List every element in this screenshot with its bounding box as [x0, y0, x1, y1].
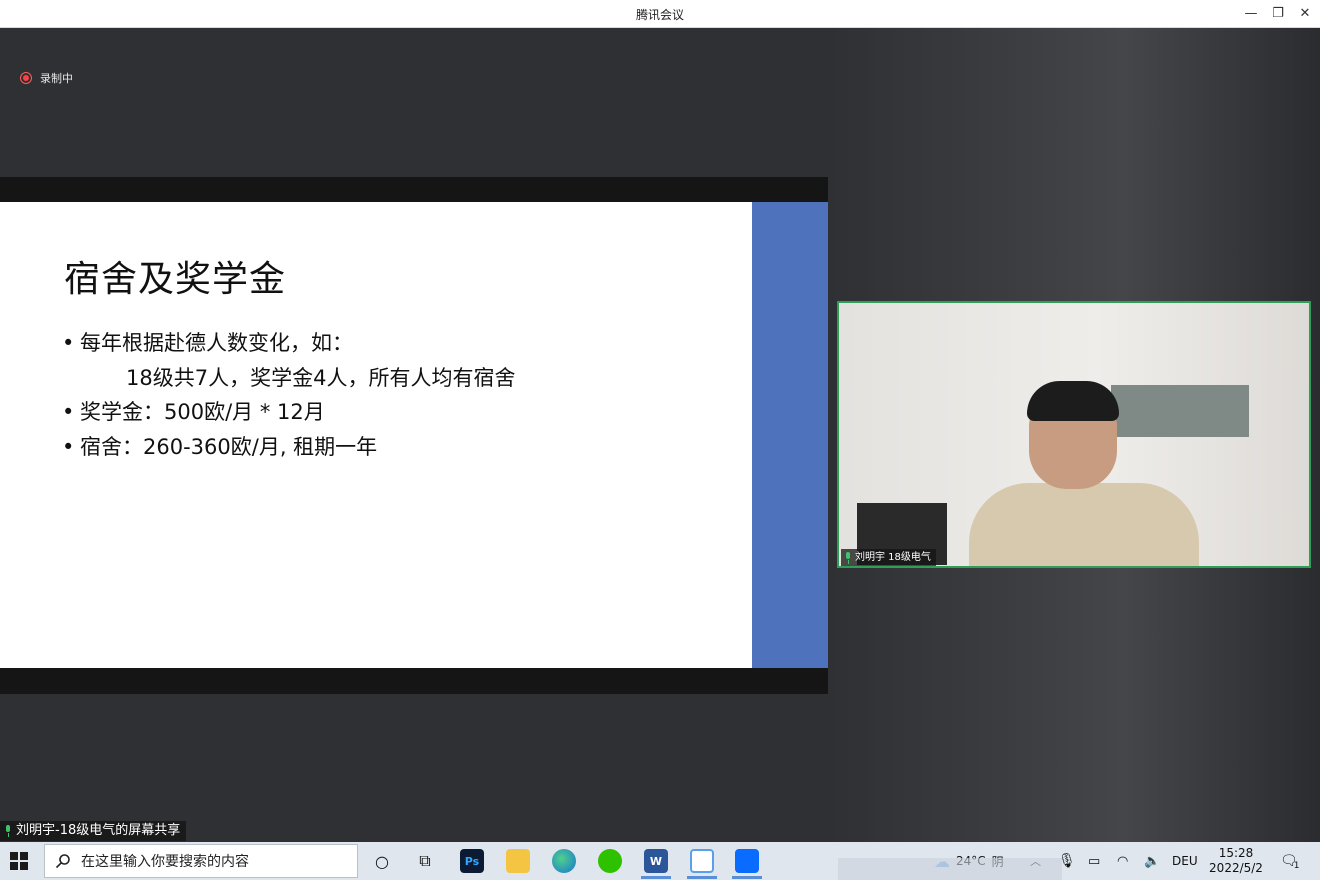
- wechat-icon[interactable]: [598, 849, 622, 873]
- record-icon: [20, 72, 32, 84]
- taskbar-search-box[interactable]: 在这里输入你要搜索的内容: [44, 844, 358, 878]
- clock-time: 15:28: [1218, 846, 1254, 860]
- restore-button[interactable]: ❐: [1269, 5, 1287, 23]
- file-explorer-icon[interactable]: [506, 849, 530, 873]
- minimize-button[interactable]: —: [1242, 5, 1260, 23]
- search-placeholder: 在这里输入你要搜索的内容: [81, 854, 249, 870]
- microphone-icon: [844, 551, 852, 564]
- video-wall-panel: [1111, 385, 1249, 437]
- video-person-hair: [1027, 381, 1119, 421]
- wifi-icon[interactable]: ◠: [1117, 842, 1128, 880]
- start-button[interactable]: [10, 852, 28, 870]
- bullet-item: • 每年根据赴德人数变化，如：: [62, 331, 353, 355]
- battery-icon[interactable]: ▭: [1088, 842, 1100, 880]
- bullet-subitem: 18级共7人，奖学金4人，所有人均有宿舍: [126, 365, 516, 390]
- volume-icon[interactable]: 🔈: [1144, 842, 1160, 880]
- active-app-indicator: [687, 876, 717, 879]
- slide-bullets: • 每年根据赴德人数变化，如： 18级共7人，奖学金4人，所有人均有宿舍 • 奖学金…: [62, 326, 515, 464]
- edge-icon[interactable]: [552, 849, 576, 873]
- search-icon: [55, 854, 70, 869]
- bullet-item: • 宿舍：260-360欧/月, 租期一年: [62, 434, 378, 459]
- system-clock[interactable]: 15:28 2022/5/2: [1208, 846, 1264, 876]
- letterbox-bottom: [0, 668, 828, 694]
- photoshop-icon[interactable]: Ps: [460, 849, 484, 873]
- slide-accent-bar: [752, 202, 828, 668]
- participant-video-tile[interactable]: 刘明宇 18级电气: [837, 301, 1311, 568]
- notification-count: 1: [1293, 861, 1300, 871]
- microphone-icon: [4, 825, 12, 837]
- video-person-body: [969, 483, 1199, 566]
- word-icon[interactable]: W: [644, 849, 668, 873]
- close-button[interactable]: ✕: [1296, 5, 1314, 23]
- tencent-meeting-icon[interactable]: [735, 849, 759, 873]
- screen-share-area: 录制中 宿舍及奖学金 • 每年根据赴德人数变化，如： 18级共7人，奖学金4人，所…: [0, 28, 828, 842]
- windows-taskbar: 在这里输入你要搜索的内容 ○ ⧉ Ps W ☁ 24°C 阴 ︿ 🎙 ▭ ◠ 🔈…: [0, 842, 1320, 880]
- window-title: 腾讯会议: [635, 8, 684, 22]
- input-language[interactable]: DEU: [1172, 842, 1198, 880]
- presentation-slide: 宿舍及奖学金 • 每年根据赴德人数变化，如： 18级共7人，奖学金4人，所有人均有…: [0, 202, 752, 668]
- screen-share-label: 刘明宇-18级电气的屏幕共享: [0, 821, 187, 841]
- window-titlebar: 腾讯会议 — ❐ ✕: [0, 0, 1320, 28]
- clock-date: 2022/5/2: [1209, 861, 1263, 875]
- recording-label: 录制中: [40, 72, 73, 85]
- letterbox-top: [0, 177, 828, 202]
- bullet-item: • 奖学金：500欧/月 * 12月: [62, 400, 325, 424]
- active-app-indicator: [641, 876, 671, 879]
- participant-name-tag: 刘明宇 18级电气: [841, 549, 936, 566]
- task-view-icon[interactable]: ⧉: [413, 849, 437, 873]
- recording-indicator[interactable]: 录制中: [20, 70, 73, 86]
- active-app-indicator: [732, 876, 762, 879]
- screen-share-status-strip: [838, 858, 1062, 880]
- notification-center[interactable]: 🗨 1: [1280, 842, 1300, 880]
- cortana-icon[interactable]: ○: [370, 849, 394, 873]
- baidu-netdisk-icon[interactable]: [690, 849, 714, 873]
- slide-title: 宿舍及奖学金: [64, 259, 287, 300]
